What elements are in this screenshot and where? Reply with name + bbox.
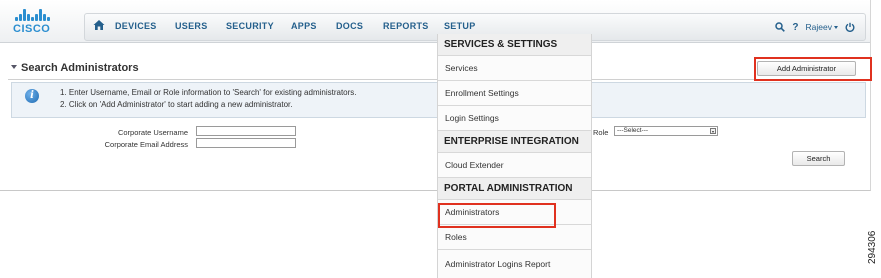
menu-item-administrators[interactable]: Administrators (438, 200, 591, 225)
setup-dropdown-menu: SERVICES & SETTINGS Services Enrollment … (437, 34, 592, 278)
user-name: Rajeev (805, 22, 832, 32)
nav-setup[interactable]: SETUP (444, 21, 476, 31)
home-icon[interactable] (93, 19, 107, 33)
username-input[interactable] (196, 126, 296, 136)
help-icon[interactable]: ? (792, 22, 798, 33)
role-select[interactable]: ---Select--- (614, 126, 718, 136)
menu-item-cloud-extender[interactable]: Cloud Extender (438, 153, 591, 178)
nav-docs[interactable]: DOCS (336, 21, 363, 31)
app-window: CISCO DEVICES USERS SECURITY APPS DOCS R… (0, 0, 871, 191)
user-menu-caret-icon (834, 25, 838, 29)
nav-utilities: ? Rajeev (775, 19, 855, 35)
email-input[interactable] (196, 138, 296, 148)
menu-item-login-settings[interactable]: Login Settings (438, 106, 591, 131)
nav-security[interactable]: SECURITY (226, 21, 274, 31)
nav-users[interactable]: USERS (175, 21, 208, 31)
menu-item-services[interactable]: Services (438, 56, 591, 81)
collapse-caret-icon[interactable] (11, 65, 17, 69)
menu-item-enrollment-settings[interactable]: Enrollment Settings (438, 81, 591, 106)
menu-header-portal-administration: PORTAL ADMINISTRATION (438, 178, 591, 200)
page-header: Search Administrators (0, 58, 870, 80)
menu-item-administrator-logins-report[interactable]: Administrator Logins Report (438, 250, 591, 278)
search-button[interactable]: Search (792, 151, 845, 166)
info-icon: i (25, 89, 39, 103)
menu-header-services-settings: SERVICES & SETTINGS (438, 34, 591, 56)
menu-header-enterprise-integration: ENTERPRISE INTEGRATION (438, 131, 591, 153)
user-menu[interactable]: Rajeev (806, 22, 838, 32)
cisco-logo-bars-icon (15, 9, 51, 21)
cisco-logo[interactable]: CISCO (13, 9, 53, 35)
username-label: Corporate Username (117, 128, 188, 137)
page-title: Search Administrators (21, 62, 139, 74)
chevron-down-icon (710, 128, 716, 134)
info-line-1: 1. Enter Username, Email or Role informa… (60, 88, 357, 97)
figure-id: 294306 (867, 230, 878, 264)
info-line-2: 2. Click on 'Add Administrator' to start… (60, 100, 293, 109)
role-label: Role (593, 128, 609, 137)
add-administrator-button[interactable]: Add Administrator (757, 61, 856, 76)
nav-apps[interactable]: APPS (291, 21, 317, 31)
nav-devices[interactable]: DEVICES (115, 21, 157, 31)
role-select-value: ---Select--- (617, 127, 649, 134)
title-divider (8, 79, 864, 80)
nav-reports[interactable]: REPORTS (383, 21, 429, 31)
power-icon[interactable] (845, 22, 855, 32)
search-icon[interactable] (775, 22, 786, 32)
logo-text: CISCO (13, 23, 51, 35)
menu-item-roles[interactable]: Roles (438, 225, 591, 250)
top-bar: CISCO DEVICES USERS SECURITY APPS DOCS R… (0, 0, 870, 43)
email-label: Corporate Email Address (104, 140, 188, 149)
